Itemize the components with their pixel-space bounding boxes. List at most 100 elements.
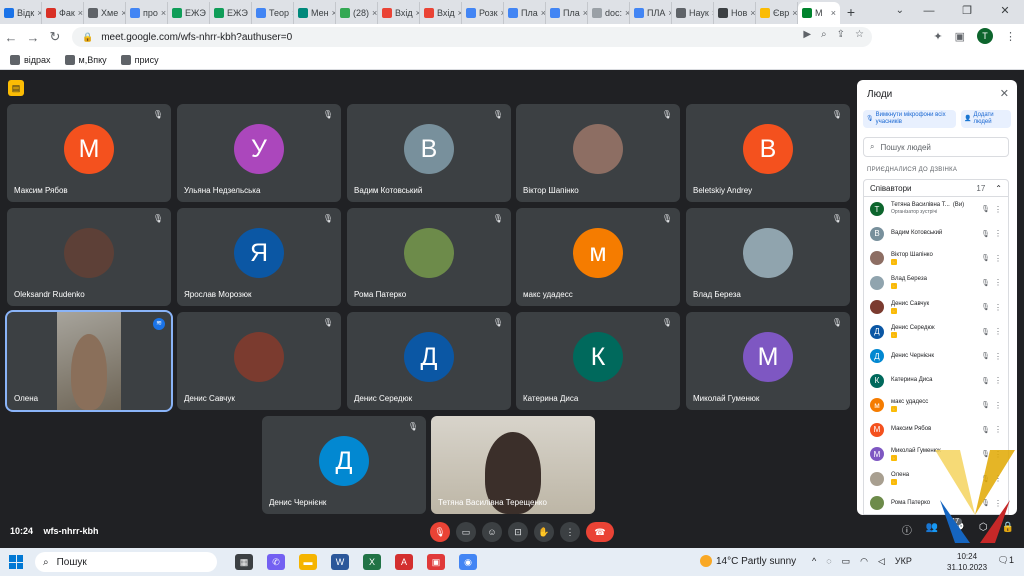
people-list-item[interactable]: Влад Береза ✋ 🎙 ⋮ xyxy=(864,271,1008,296)
more-options-icon[interactable]: ⋮ xyxy=(994,229,1002,238)
browser-tab[interactable]: Наук× xyxy=(672,2,714,24)
participant-tile[interactable]: К Катерина Диса 🎙 xyxy=(516,312,680,410)
browser-tab[interactable]: doc: × xyxy=(588,2,630,24)
participant-tile[interactable]: Рома Патерко 🎙 xyxy=(347,208,511,306)
store-icon[interactable]: ▣ xyxy=(427,554,445,570)
mic-off-icon[interactable]: 🎙 xyxy=(981,377,990,385)
people-list-item[interactable]: Д Денис Чернієнк 🎙 ⋮ xyxy=(864,344,1008,369)
new-tab-button[interactable]: + xyxy=(840,4,862,20)
participant-tile[interactable]: Тетяна Василівна Терещенко xyxy=(431,416,595,514)
tab-search-icon[interactable]: ⌄ xyxy=(896,5,904,16)
more-options-icon[interactable]: ⋮ xyxy=(994,205,1002,214)
back-icon[interactable]: ← xyxy=(0,30,22,45)
browser-tab[interactable]: Вхід× xyxy=(378,2,420,24)
profile-avatar[interactable]: T xyxy=(977,28,993,44)
participant-tile[interactable]: Я Ярослав Морозюк 🎙 xyxy=(177,208,341,306)
mic-off-icon[interactable]: 🎙 xyxy=(981,254,990,262)
word-icon[interactable]: W xyxy=(331,554,349,570)
excel-icon[interactable]: X xyxy=(363,554,381,570)
language-indicator[interactable]: УКР xyxy=(895,556,912,567)
more-options-icon[interactable]: ⋮ xyxy=(994,352,1002,361)
mic-off-icon[interactable]: 🎙 xyxy=(981,401,990,409)
browser-tab[interactable]: Нов × xyxy=(714,2,756,24)
notification-icon[interactable]: 🗨1 xyxy=(998,555,1014,566)
mic-off-icon[interactable]: 🎙 xyxy=(981,352,990,360)
people-list-item[interactable]: м макс удадесс ✋ 🎙 ⋮ xyxy=(864,393,1008,418)
bookmark-item[interactable]: відрах xyxy=(10,54,51,65)
close-tab-icon[interactable]: × xyxy=(161,8,166,18)
forward-icon[interactable]: → xyxy=(22,30,44,45)
browser-tab[interactable]: (28) × xyxy=(336,2,378,24)
info-icon[interactable]: ⓘ xyxy=(902,522,912,537)
people-list-item[interactable]: Д Денис Середюк ✋ 🎙 ⋮ xyxy=(864,320,1008,345)
close-tab-icon[interactable]: × xyxy=(792,8,797,18)
more-options-icon[interactable]: ⋮ xyxy=(994,254,1002,263)
task-view-icon[interactable]: ▦ xyxy=(235,554,253,570)
raise-hand-button[interactable]: ✋ xyxy=(534,522,554,542)
people-list-item[interactable]: Денис Савчук ✋ 🎙 ⋮ xyxy=(864,295,1008,320)
file-explorer-icon[interactable]: ▬ xyxy=(299,554,317,570)
leave-call-button[interactable]: ☎ xyxy=(586,522,614,542)
mic-off-icon[interactable]: 🎙 xyxy=(981,328,990,336)
people-list-item[interactable]: Віктор Шапінко ✋ 🎙 ⋮ xyxy=(864,246,1008,271)
browser-tab[interactable]: Пла × xyxy=(504,2,546,24)
more-options-icon[interactable]: ⋮ xyxy=(994,401,1002,410)
participant-tile[interactable]: Д Денис Середюк 🎙 xyxy=(347,312,511,410)
address-bar[interactable]: 🔒 meet.google.com/wfs-nhrr-kbh?authuser=… xyxy=(72,27,872,47)
browser-tab[interactable]: ПЛА× xyxy=(630,2,672,24)
participant-tile[interactable]: Денис Савчук 🎙 xyxy=(177,312,341,410)
participant-tile[interactable]: У Ульяна Недзельська 🎙 xyxy=(177,104,341,202)
participant-tile[interactable]: Віктор Шапінко 🎙 xyxy=(516,104,680,202)
group-header[interactable]: Співавтори 17 ⌃ xyxy=(863,179,1009,197)
participant-tile[interactable]: М Миколай Гуменюк 🎙 xyxy=(686,312,850,410)
mic-off-icon[interactable]: 🎙 xyxy=(981,426,990,434)
clock[interactable]: 10:24 31.10.2023 xyxy=(947,551,987,573)
close-tab-icon[interactable]: × xyxy=(78,8,83,18)
browser-tab[interactable]: Хме × xyxy=(84,2,126,24)
viber-icon[interactable]: ✆ xyxy=(267,554,285,570)
bookmark-item[interactable]: прису xyxy=(120,54,159,65)
people-search-input[interactable]: ⌕ Пошук людей xyxy=(863,137,1009,157)
mic-off-icon[interactable]: 🎙 xyxy=(981,303,990,311)
close-tab-icon[interactable]: × xyxy=(831,8,836,18)
presentation-icon[interactable]: ▤ xyxy=(8,80,24,96)
close-tab-icon[interactable]: × xyxy=(372,8,377,18)
browser-tab[interactable]: ЕЖЭ× xyxy=(210,2,252,24)
side-panel-icon[interactable]: ▣ xyxy=(955,30,965,43)
browser-tab[interactable]: Вхід× xyxy=(420,2,462,24)
more-options-icon[interactable]: ⋮ xyxy=(994,278,1002,287)
close-window-icon[interactable]: ✕ xyxy=(986,0,1024,22)
bookmark-star-icon[interactable]: ☆ xyxy=(855,29,864,40)
battery-icon[interactable]: ▭ xyxy=(842,556,851,567)
more-options-icon[interactable]: ⋮ xyxy=(994,425,1002,434)
participant-tile[interactable]: Д Денис Чернієнк 🎙 xyxy=(262,416,426,514)
more-options-icon[interactable]: ⋮ xyxy=(994,327,1002,336)
captions-button[interactable]: ☺ xyxy=(482,522,502,542)
menu-icon[interactable]: ⋮ xyxy=(1005,30,1016,43)
browser-tab[interactable]: Фак × xyxy=(42,2,84,24)
browser-tab[interactable]: Теор× xyxy=(252,2,294,24)
more-options-icon[interactable]: ⋮ xyxy=(994,303,1002,312)
add-people-button[interactable]: 👤 Додати людей xyxy=(961,110,1011,128)
people-list-item[interactable]: М Максим Рябов 🎙 ⋮ xyxy=(864,418,1008,443)
more-options-button[interactable]: ⋮ xyxy=(560,522,580,542)
reload-icon[interactable]: ↻ xyxy=(44,29,66,45)
browser-tab[interactable]: ЕЖЭ× xyxy=(168,2,210,24)
present-button[interactable]: ⊡ xyxy=(508,522,528,542)
participant-tile[interactable]: Oleksandr Rudenko 🎙 xyxy=(7,208,171,306)
zoom-icon[interactable]: ⌕ xyxy=(821,29,827,40)
weather-widget[interactable]: 14°C Partly sunny xyxy=(700,555,796,567)
participant-tile[interactable]: В Вадим Котовський 🎙 xyxy=(347,104,511,202)
mic-off-icon[interactable]: 🎙 xyxy=(981,230,990,238)
chevron-up-icon[interactable]: ^ xyxy=(812,556,816,567)
bookmark-item[interactable]: м,Впку xyxy=(64,54,107,65)
close-icon[interactable]: ✕ xyxy=(1000,87,1009,100)
wifi-icon[interactable]: ◠ xyxy=(860,556,868,567)
browser-tab[interactable]: Відк × xyxy=(0,2,42,24)
chrome-icon[interactable]: ◉ xyxy=(459,554,477,570)
participant-tile[interactable]: М Максим Рябов 🎙 xyxy=(7,104,171,202)
share-icon[interactable]: ⇪ xyxy=(837,29,845,40)
close-tab-icon[interactable]: × xyxy=(750,8,755,18)
people-list-item[interactable]: В Вадим Котовський 🎙 ⋮ xyxy=(864,222,1008,247)
browser-tab[interactable]: Розк× xyxy=(462,2,504,24)
